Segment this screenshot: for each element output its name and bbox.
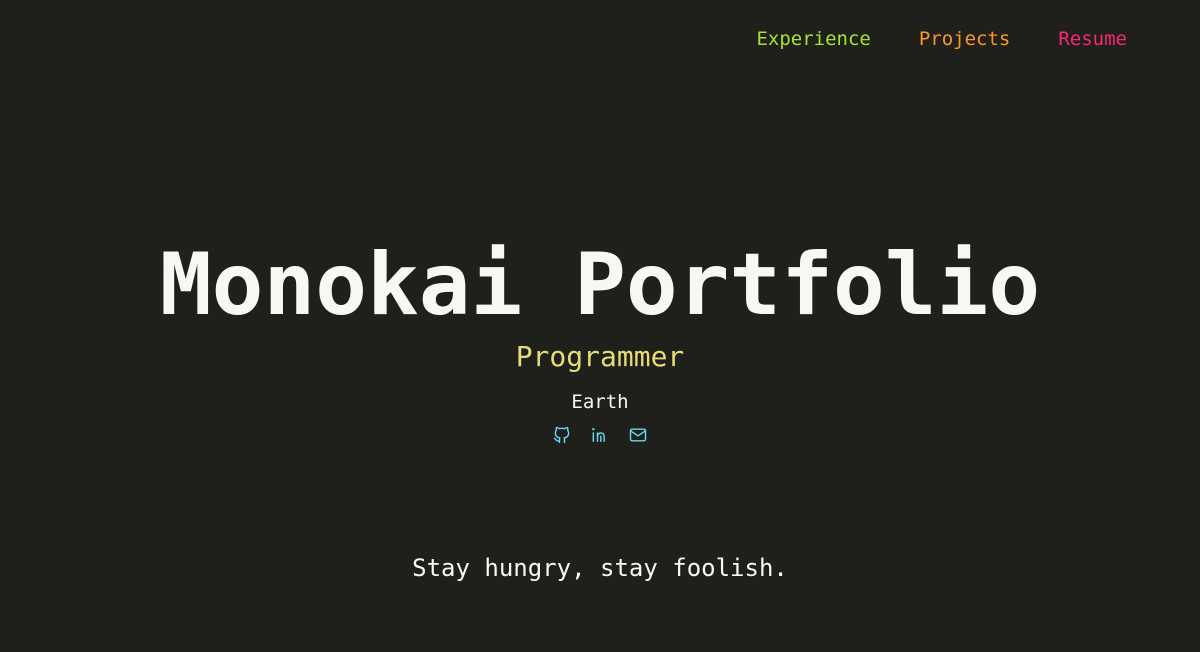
- hero-section: Monokai Portfolio Programmer Earth: [0, 232, 1200, 445]
- nav-resume-link[interactable]: Resume: [1058, 26, 1127, 52]
- page-title: Monokai Portfolio: [159, 235, 1041, 335]
- github-icon: [553, 426, 570, 444]
- mail-icon: [629, 428, 647, 442]
- linkedin-link[interactable]: [590, 425, 610, 445]
- nav-experience-link[interactable]: Experience: [756, 26, 870, 52]
- github-link[interactable]: [552, 425, 572, 445]
- social-links: [0, 425, 1200, 445]
- quote-text: Stay hungry, stay foolish.: [412, 554, 788, 582]
- email-link[interactable]: [628, 425, 648, 445]
- linkedin-icon: [592, 427, 605, 442]
- role-subtitle: Programmer: [515, 340, 685, 373]
- location-text: Earth: [571, 391, 629, 413]
- nav-projects-link[interactable]: Projects: [919, 26, 1011, 52]
- top-nav: Experience Projects Resume: [756, 26, 1127, 52]
